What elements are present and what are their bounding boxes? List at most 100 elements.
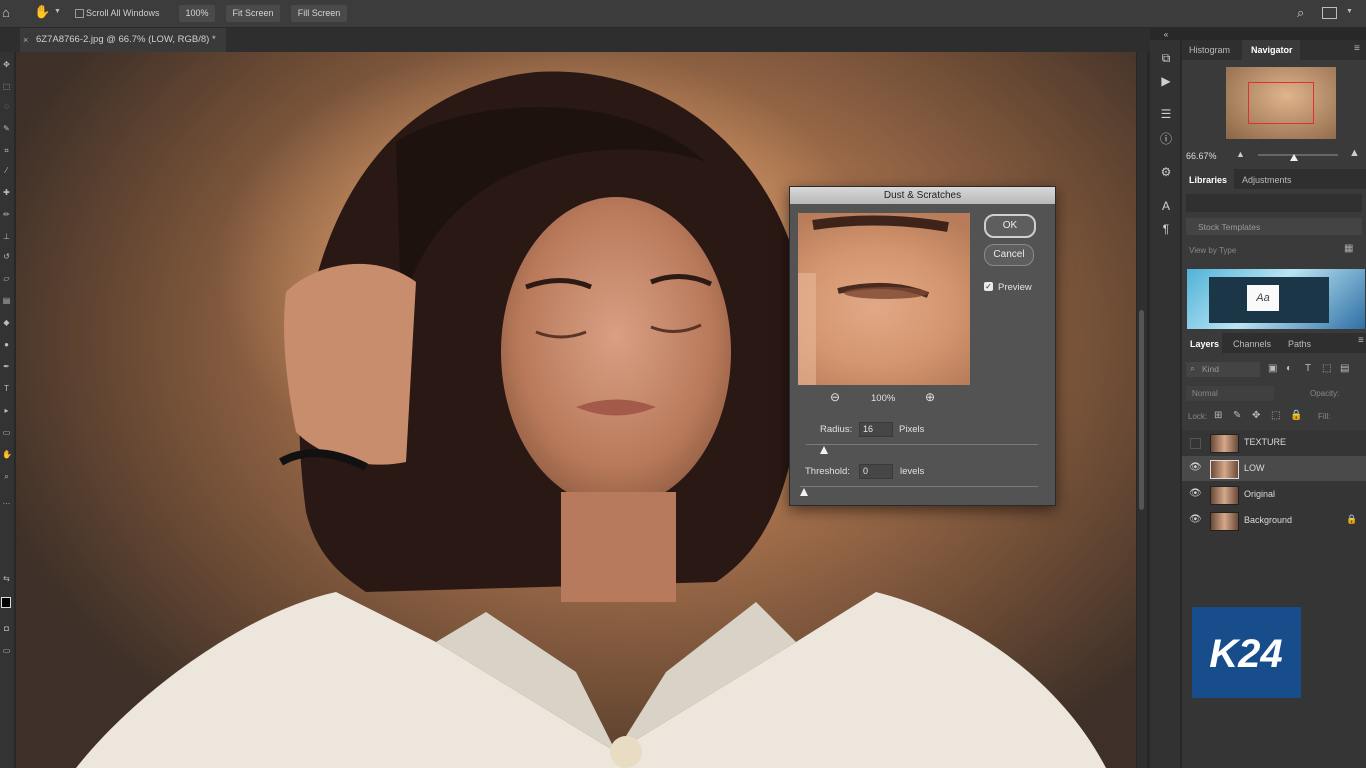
preview-checkbox[interactable]: ✓ xyxy=(984,282,993,291)
lock-all-icon[interactable]: 🔒 xyxy=(1290,410,1302,421)
hand-tool-icon[interactable]: ✋ xyxy=(2,450,12,459)
threshold-slider[interactable] xyxy=(800,486,1038,487)
play-icon[interactable]: ▶ xyxy=(1159,74,1173,88)
layer-kind-filter[interactable]: ⌕ Kind xyxy=(1186,362,1260,377)
navigator-zoom-slider[interactable] xyxy=(1258,154,1338,156)
hand-tool-icon[interactable]: ✋ xyxy=(34,4,50,20)
crop-tool-icon[interactable]: ⌗ xyxy=(2,146,11,155)
more-tools-icon[interactable]: … xyxy=(2,497,11,506)
cancel-button[interactable]: Cancel xyxy=(984,244,1034,266)
collapse-icon[interactable]: « xyxy=(1159,28,1173,42)
brush-tool-icon[interactable]: ✏ xyxy=(2,210,11,219)
zoom-100-button[interactable]: 100% xyxy=(179,5,215,22)
radius-slider-handle[interactable] xyxy=(820,446,828,454)
history-brush-tool-icon[interactable]: ↺ xyxy=(2,252,11,261)
ok-button[interactable]: OK xyxy=(984,214,1036,238)
eraser-tool-icon[interactable]: ▱ xyxy=(2,274,11,283)
quick-mask-icon[interactable]: ◘ xyxy=(2,624,11,633)
type-tool-icon[interactable]: T xyxy=(2,384,11,393)
info-icon[interactable]: ⓘ xyxy=(1159,132,1173,146)
layer-row-background[interactable]: 👁 Background 🔒 xyxy=(1182,508,1366,533)
scrollbar-thumb[interactable] xyxy=(1139,310,1144,510)
character-icon[interactable]: A xyxy=(1159,199,1173,213)
tab-histogram[interactable]: Histogram xyxy=(1189,45,1230,55)
path-select-tool-icon[interactable]: ▸ xyxy=(2,406,11,415)
properties-icon[interactable]: ⚙ xyxy=(1159,165,1173,179)
filter-preview[interactable] xyxy=(798,213,970,385)
navigator-view-box[interactable] xyxy=(1248,82,1314,124)
lock-position-icon[interactable]: ✥ xyxy=(1252,410,1260,421)
home-icon[interactable]: ⌂ xyxy=(2,5,10,20)
dodge-tool-icon[interactable]: ● xyxy=(2,340,11,349)
layer-name[interactable]: Background xyxy=(1244,515,1292,525)
blend-mode-dropdown[interactable]: Normal xyxy=(1186,386,1274,401)
eyedropper-tool-icon[interactable]: ⁄ xyxy=(2,166,11,175)
filter-adjust-icon[interactable]: ◐ xyxy=(1286,363,1292,374)
fit-screen-button[interactable]: Fit Screen xyxy=(226,5,280,22)
blur-tool-icon[interactable]: ◆ xyxy=(2,318,11,327)
history-icon[interactable]: ⧉ xyxy=(1159,51,1173,65)
layer-name[interactable]: TEXTURE xyxy=(1244,437,1286,447)
panel-menu-icon[interactable]: ≡ xyxy=(1354,43,1360,54)
healing-brush-tool-icon[interactable]: ✚ xyxy=(2,188,11,197)
tab-layers[interactable]: Layers xyxy=(1190,339,1219,349)
tab-paths[interactable]: Paths xyxy=(1288,339,1311,349)
lasso-tool-icon[interactable]: ◌ xyxy=(2,102,11,111)
layer-row-low[interactable]: 👁 LOW xyxy=(1182,456,1366,481)
document-tab[interactable]: × 6Z7A8766-2.jpg @ 66.7% (LOW, RGB/8) * xyxy=(20,28,226,52)
zoom-tool-icon[interactable]: ⌕ xyxy=(2,472,11,481)
clone-stamp-tool-icon[interactable]: ⊥ xyxy=(2,232,11,241)
navigator-zoom-handle[interactable] xyxy=(1290,154,1298,161)
filter-type-icon[interactable]: T xyxy=(1305,363,1311,374)
workspace-icon[interactable] xyxy=(1322,7,1337,19)
zoom-out-icon[interactable]: ▲ xyxy=(1236,149,1245,159)
grid-view-icon[interactable]: ▦ xyxy=(1344,243,1353,254)
filter-smart-icon[interactable]: ▤ xyxy=(1340,363,1349,374)
layer-row-original[interactable]: 👁 Original xyxy=(1182,482,1366,507)
visibility-toggle-off[interactable] xyxy=(1190,438,1201,449)
tab-adjustments[interactable]: Adjustments xyxy=(1242,175,1292,185)
layer-name[interactable]: LOW xyxy=(1244,463,1265,473)
radius-slider[interactable] xyxy=(806,444,1038,445)
zoom-out-icon[interactable]: ⊖ xyxy=(830,390,840,404)
panel-menu-icon[interactable]: ≡ xyxy=(1358,335,1364,346)
radius-input[interactable]: 16 xyxy=(859,422,893,437)
search-icon[interactable]: ⌕ xyxy=(1297,5,1304,21)
zoom-in-icon[interactable]: ▲ xyxy=(1349,147,1360,159)
close-icon[interactable]: × xyxy=(23,28,28,52)
layer-row-texture[interactable]: TEXTURE xyxy=(1182,430,1366,455)
fill-screen-button[interactable]: Fill Screen xyxy=(291,5,347,22)
lock-artboard-icon[interactable]: ⬚ xyxy=(1271,410,1280,421)
paragraph-icon[interactable]: ¶ xyxy=(1159,222,1173,236)
eye-icon[interactable]: 👁 xyxy=(1189,462,1202,474)
library-template-card[interactable]: Aa xyxy=(1187,269,1365,329)
swap-colors-icon[interactable]: ⇆ xyxy=(2,574,11,583)
threshold-slider-handle[interactable] xyxy=(800,488,808,496)
move-tool-icon[interactable]: ✥ xyxy=(2,60,11,69)
quick-select-tool-icon[interactable]: ✎ xyxy=(2,124,11,133)
chevron-down-icon[interactable]: ▼ xyxy=(54,8,61,15)
foreground-color-swatch[interactable] xyxy=(1,597,11,608)
stock-templates-dropdown[interactable]: Stock Templates xyxy=(1186,218,1362,235)
zoom-in-icon[interactable]: ⊕ xyxy=(925,390,935,404)
tab-navigator[interactable]: Navigator xyxy=(1251,45,1293,55)
lock-transparent-icon[interactable]: ⊞ xyxy=(1214,410,1222,421)
navigator-zoom-value[interactable]: 66.67% xyxy=(1186,151,1217,161)
view-by-type-label[interactable]: View by Type xyxy=(1189,246,1236,255)
scroll-all-checkbox[interactable] xyxy=(75,9,84,18)
pen-tool-icon[interactable]: ✒ xyxy=(2,362,11,371)
marquee-tool-icon[interactable]: ⬚ xyxy=(2,82,11,91)
filter-pixel-icon[interactable]: ▣ xyxy=(1268,363,1277,374)
tab-libraries[interactable]: Libraries xyxy=(1189,175,1227,185)
libraries-search[interactable] xyxy=(1186,194,1362,212)
tab-channels[interactable]: Channels xyxy=(1233,339,1271,349)
filter-shape-icon[interactable]: ⬚ xyxy=(1322,363,1331,374)
threshold-input[interactable]: 0 xyxy=(859,464,893,479)
gradient-tool-icon[interactable]: ▤ xyxy=(2,296,11,305)
layer-name[interactable]: Original xyxy=(1244,489,1275,499)
eye-icon[interactable]: 👁 xyxy=(1189,488,1202,500)
screen-mode-icon[interactable]: ▭ xyxy=(2,646,11,655)
chevron-down-icon[interactable]: ▼ xyxy=(1346,8,1353,15)
shape-tool-icon[interactable]: ▭ xyxy=(2,428,11,437)
eye-icon[interactable]: 👁 xyxy=(1189,514,1202,526)
